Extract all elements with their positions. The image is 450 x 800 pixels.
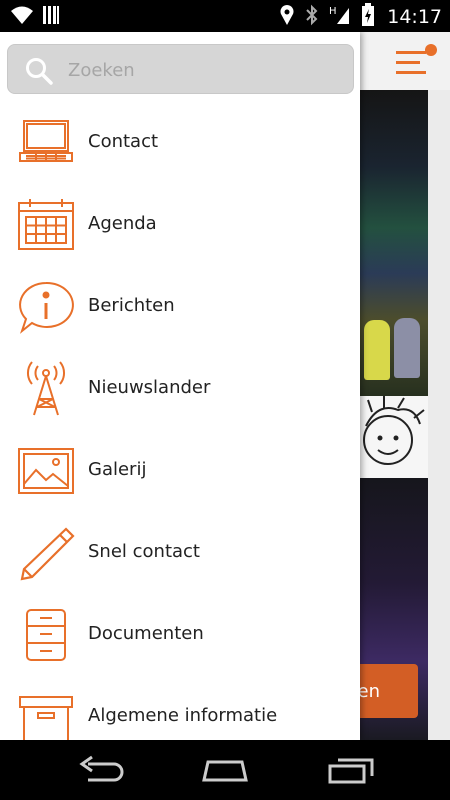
svg-text:H: H [329, 6, 337, 17]
menu-item-label: Contact [88, 131, 159, 152]
antenna-icon [16, 361, 76, 417]
menu-item-nieuwslander[interactable]: Nieuwslander [0, 348, 360, 430]
cabinet-icon [16, 607, 76, 663]
menu-item-label: Algemene informatie [88, 705, 278, 726]
menu-item-label: Snel contact [88, 541, 200, 562]
location-icon [279, 4, 295, 30]
cartoon-drawing [358, 396, 428, 478]
menu-list: Contact Agenda Berichten Nieuwslander Ga… [0, 102, 360, 740]
back-icon[interactable] [78, 754, 124, 790]
info-bubble-icon [16, 279, 76, 335]
background-action-button-label: en [357, 680, 380, 702]
menu-item-galerij[interactable]: Galerij [0, 430, 360, 512]
menu-toggle-button[interactable] [396, 44, 437, 78]
network-h-icon: H [329, 4, 351, 30]
bluetooth-icon [305, 4, 319, 30]
search-icon [25, 57, 53, 89]
home-icon[interactable] [200, 754, 250, 790]
search-bar[interactable] [7, 44, 354, 94]
menu-item-contact[interactable]: Contact [0, 102, 360, 184]
recents-icon[interactable] [326, 754, 376, 790]
navigation-bar [0, 740, 450, 800]
menu-item-snel-contact[interactable]: Snel contact [0, 512, 360, 594]
calendar-icon [16, 197, 76, 253]
pencil-icon [16, 525, 76, 581]
laptop-icon [16, 115, 76, 171]
menu-item-label: Berichten [88, 295, 175, 316]
search-input[interactable] [68, 55, 338, 85]
signal-bars-icon [42, 4, 60, 30]
menu-item-documenten[interactable]: Documenten [0, 594, 360, 676]
image-icon [16, 443, 76, 499]
menu-item-label: Nieuwslander [88, 377, 211, 398]
background-photo [358, 90, 428, 396]
status-bar: H 14:17 [0, 0, 450, 32]
navigation-drawer: Contact Agenda [0, 32, 360, 740]
menu-item-label: Agenda [88, 213, 157, 234]
battery-icon [361, 3, 375, 31]
menu-item-algemene-informatie[interactable]: Algemene informatie [0, 676, 360, 740]
menu-item-agenda[interactable]: Agenda [0, 184, 360, 266]
menu-item-label: Documenten [88, 623, 204, 644]
notification-dot [425, 44, 437, 56]
wifi-icon [10, 4, 34, 30]
box-icon [16, 689, 76, 740]
menu-item-berichten[interactable]: Berichten [0, 266, 360, 348]
status-clock: 14:17 [387, 6, 442, 28]
menu-item-label: Galerij [88, 459, 147, 480]
